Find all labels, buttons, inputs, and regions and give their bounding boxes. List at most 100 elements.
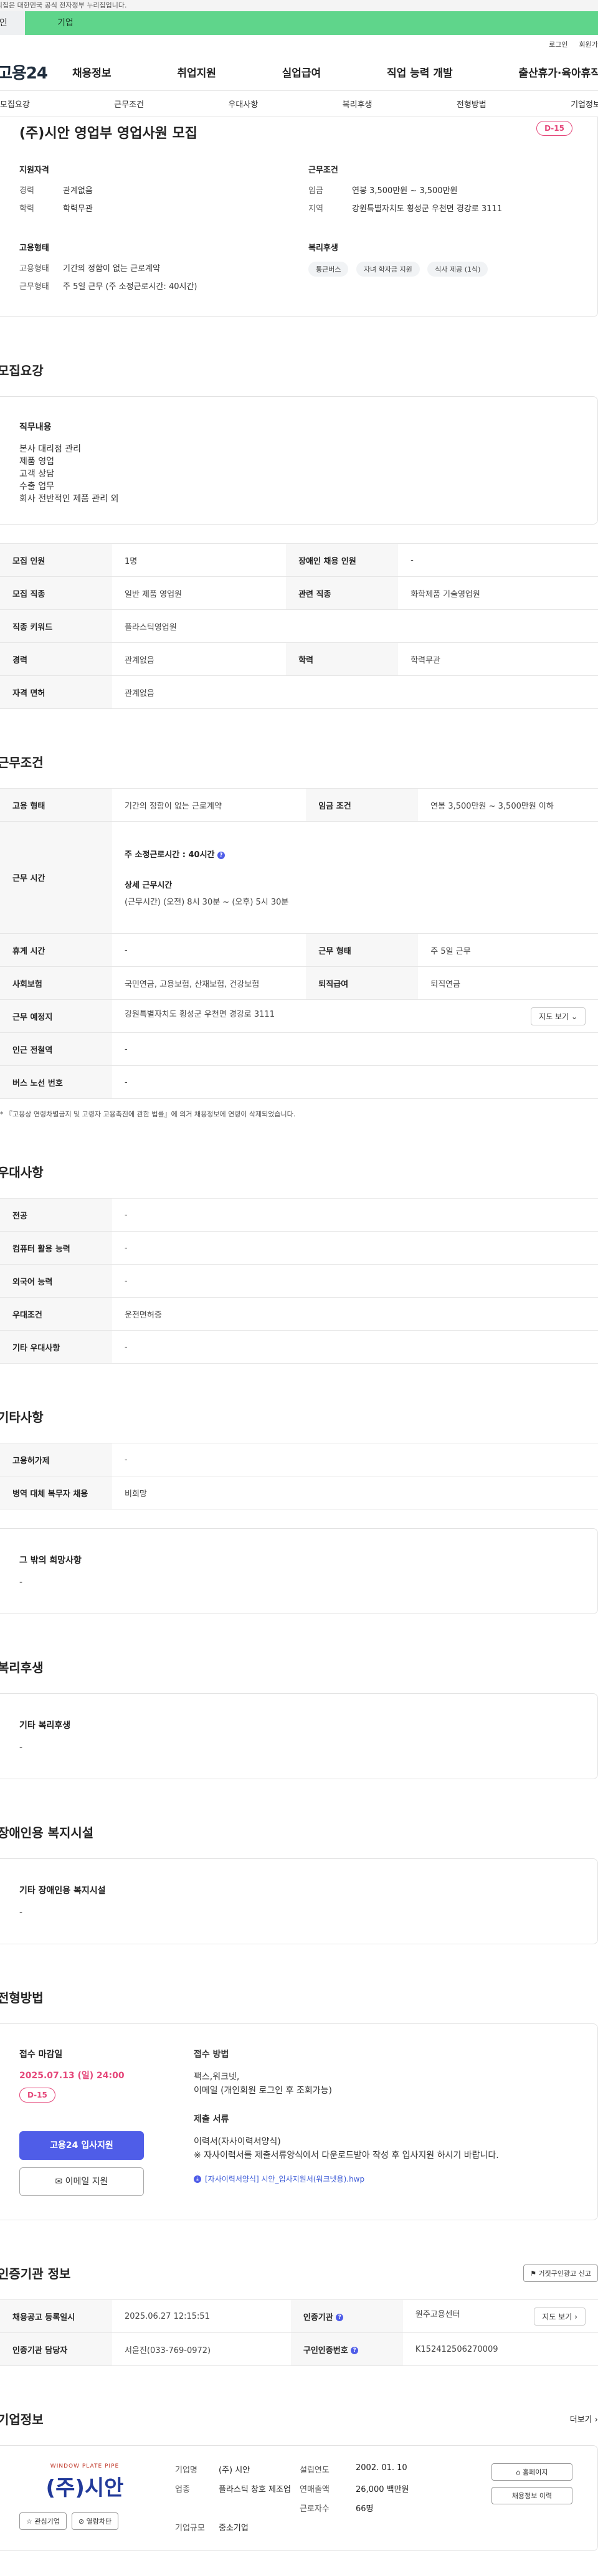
disabled-box-value: - [19,1908,23,1918]
row-label: 사회보험 [0,966,112,1000]
map-button[interactable]: 지도 보기 › [534,2307,586,2326]
company-name-label: 기업명 [175,2466,197,2475]
row-value: 일반 제품 영업원 [112,576,287,610]
help-icon[interactable]: ? [336,2314,344,2321]
site-logo[interactable]: 고용24 [0,60,72,83]
row-label: 직종 키워드 [0,609,112,643]
row-value: 플라스틱영업원 [112,609,598,643]
favorite-company-button[interactable]: ☆ 관심기업 [19,2512,67,2530]
history-button[interactable]: 채용정보 이력 [491,2487,572,2504]
subnav-recruit[interactable]: 모집요강 [0,98,30,110]
row-value: 1명 [112,543,287,577]
welfare-box-title: 기타 복리후생 [19,1721,71,1731]
apply-button[interactable]: 고용24 입사지원 [19,2131,144,2160]
place-value: 강원특별자치도 횡성군 우천면 경강로 3111 [125,1009,275,1019]
tab-corp[interactable]: 기업 [25,11,598,35]
table-row: 기타 우대사항 - [0,1330,598,1364]
row-value: - [112,1198,598,1232]
hours-detail-value: (근무시간) (오전) 8시 30분 ~ (오후) 5시 30분 [125,898,289,907]
gnb-menu: 채용정보 취업지원 실업급여 직업 능력 개발 출산휴가·육아휴직 [72,64,598,80]
homepage-button[interactable]: ⌂ 홈페이지 [491,2463,572,2481]
selection-card: 접수 마감일 2025.07.13 (일) 24:00 D-15 고용24 입사… [0,2023,598,2220]
table-row: 휴게 시간 - 근무 형태 주 5일 근무 [0,933,598,967]
qual-edu-label: 학력 [19,204,34,214]
employment-block: 고용형태 고용형태 기간의 정함이 없는 근로계약 근무형태 주 5일 근무 (주 … [19,241,283,298]
table-row: 인증기관 담당자 서윤진(033-769-0972) 구인인증번호 ? K152… [0,2332,598,2366]
deadline-label: 접수 마감일 [19,2050,63,2060]
row-value: - [112,1264,598,1298]
condition-title: 근무조건 [308,166,338,175]
row-label: 인증기관 담당자 [0,2332,112,2366]
row-value: 국민연금, 고용보험, 산재보험, 건강보험 [112,966,306,1000]
employment-title: 고용형태 [19,244,49,253]
utility-links: 로그인 회원가입 [0,35,598,54]
tab-person[interactable]: 개인 [0,11,25,35]
more-link[interactable]: 더보기 › [570,2413,598,2425]
table-row: 사회보험 국민연금, 고용보험, 산재보험, 건강보험 퇴직급여 퇴직연금 [0,966,598,1000]
docs-value: ※ 자사이력서를 제출서류양식에서 다운로드받아 작성 후 입사지원 하시기 바… [194,2151,499,2160]
duty-line: 수출 업무 [19,482,54,492]
gnb-item-training[interactable]: 직업 능력 개발 [387,64,453,80]
docs-label: 제출 서류 [194,2114,229,2124]
row-label: 고용허가제 [0,1443,112,1476]
subnav-work[interactable]: 근무조건 [114,98,144,110]
dday-badge: D-15 [19,2088,55,2103]
duty-line: 고객 상담 [19,469,54,479]
gnb-item-leave[interactable]: 출산휴가·육아휴직 [518,64,598,80]
login-link[interactable]: 로그인 [549,39,567,49]
subnav-company[interactable]: 기업정보 [571,98,598,110]
row-value: 운전면허증 [112,1297,598,1331]
cert-table: 채용공고 등록일시 2025.06.27 12:15:51 인증기관 ? 원주고… [0,2299,598,2366]
recruit-section-title: 모집요강 [0,363,44,378]
table-row: 고용 형태 기간의 정함이 없는 근로계약 임금 조건 연봉 3,500만원 ~… [0,788,598,822]
help-icon[interactable]: ? [217,851,225,859]
gnb-item-unemployment-benefit[interactable]: 실업급여 [282,64,321,80]
disabled-box-title: 기타 장애인용 복지시설 [19,1886,106,1896]
emp-type-label: 고용형태 [19,264,49,273]
row-value: - [112,1065,598,1099]
row-value: 관계없음 [112,642,287,676]
row-label: 기타 우대사항 [0,1330,112,1364]
false-ad-report-button[interactable]: ⚑ 거짓구인광고 신고 [523,2264,598,2282]
help-icon[interactable]: ? [351,2347,359,2354]
row-value: 화학제품 기술영업원 [398,576,598,610]
cond-wage-label: 임금 [308,186,323,196]
disabled-card: 기타 장애인용 복지시설 - [0,1858,598,1944]
row-label: 관련 직종 [286,576,399,610]
email-apply-button[interactable]: ✉ 이메일 지원 [19,2167,144,2196]
subnav-welfare[interactable]: 복리후생 [343,98,373,110]
chevron-right-icon: › [574,2312,577,2321]
row-label: 임금 조건 [306,788,419,822]
table-row: 인근 전철역 - [0,1032,598,1066]
qual-career-value: 관계없음 [63,186,93,196]
map-button[interactable]: 지도 보기 ⌄ [531,1007,586,1025]
table-row: 외국어 능력 - [0,1264,598,1298]
subnav-pref[interactable]: 우대사항 [228,98,258,110]
table-row: 근무 시간 주 소정근로시간 : 40시간 ? 상세 근무시간 (근무시간) (… [0,821,598,934]
row-label: 병역 대체 복무자 채용 [0,1476,112,1509]
table-row: 경력 관계없음 학력 학력무관 [0,642,598,676]
welfare-section-title: 복리후생 [0,1660,44,1675]
etc-section-title: 기타사항 [0,1410,44,1425]
home-icon: ⌂ [516,2468,521,2476]
scale-label: 기업규모 [175,2524,205,2533]
global-nav: 고용24 채용정보 취업지원 실업급여 직업 능력 개발 출산휴가·육아휴직 [0,54,598,91]
row-value: - [112,1330,598,1364]
row-label: 휴게 시간 [0,933,112,967]
emp-work-value: 주 5일 근무 (주 소정근로시간: 40시간) [63,282,197,292]
attachment-link[interactable]: ⤓ [자사이력서양식] 시안_입사지원서(워크넷용).hwp [194,2172,572,2186]
block-icon: ⊘ [78,2517,85,2526]
block-view-button[interactable]: ⊘ 열람차단 [71,2512,119,2530]
row-label: 채용공고 등록일시 [0,2299,112,2333]
gnb-item-jobs[interactable]: 채용정보 [72,64,112,80]
subnav-selection[interactable]: 전형방법 [457,98,486,110]
qualification-title: 지원자격 [19,166,49,175]
welfare-chip: 자녀 학자금 지원 [356,262,420,277]
table-row: 모집 직종 일반 제품 영업원 관련 직종 화학제품 기술영업원 [0,576,598,610]
hours-main: 주 소정근로시간 : 40시간 [125,850,215,860]
qualification-block: 지원자격 경력 관계없음 학력 학력무관 [19,163,283,220]
gnb-item-employment-support[interactable]: 취업지원 [177,64,216,80]
signup-link[interactable]: 회원가입 [579,39,598,49]
row-label: 고용 형태 [0,788,112,822]
age-note: * 『고용상 연령차별금지 및 고령자 고용촉진에 관한 법률』에 의거 채용정… [0,1110,296,1118]
